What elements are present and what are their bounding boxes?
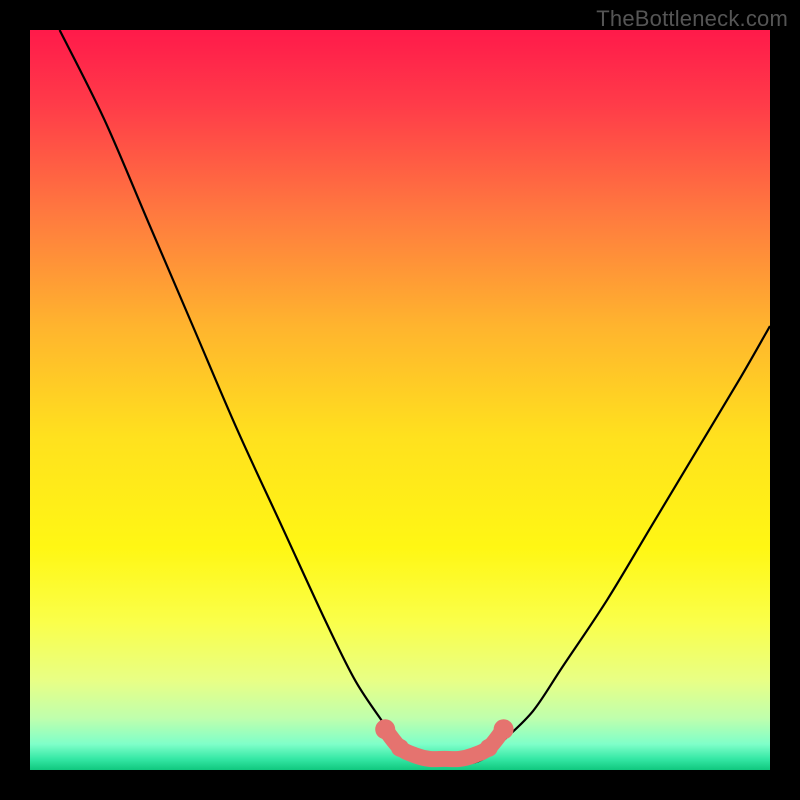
bottleneck-curve xyxy=(60,30,770,763)
sweet-spot-marker xyxy=(391,739,409,757)
watermark-text: TheBottleneck.com xyxy=(596,6,788,32)
sweet-spot-markers xyxy=(375,719,513,759)
sweet-spot-marker xyxy=(494,719,514,739)
bottleneck-curve-plot xyxy=(30,30,770,770)
sweet-spot-marker xyxy=(375,719,395,739)
chart-frame xyxy=(30,30,770,770)
sweet-spot-marker xyxy=(480,739,498,757)
